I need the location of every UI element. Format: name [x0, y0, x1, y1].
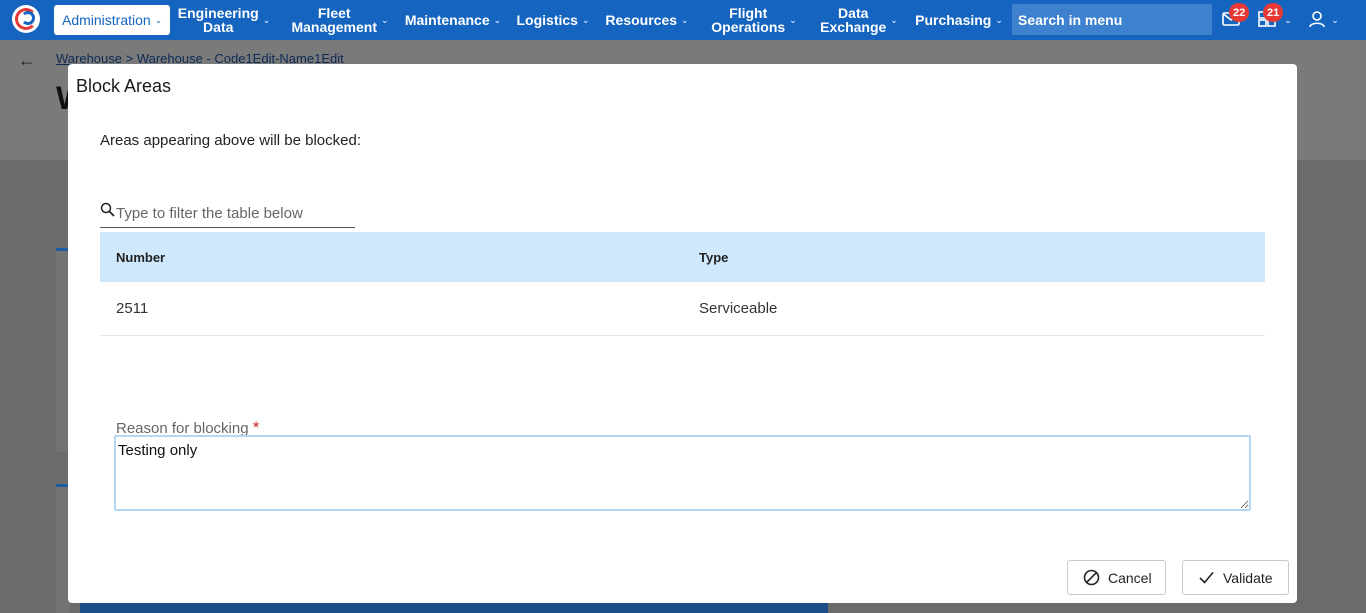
top-navbar: Administration ⌄ Engineering Data ⌄ Fleet Ma… — [0, 0, 1366, 40]
chevron-down-icon: ⌄ — [262, 15, 271, 25]
chevron-down-icon: ⌄ — [789, 15, 797, 25]
menu-search-input[interactable]: Search in menu — [1012, 4, 1212, 35]
chevron-down-icon[interactable]: ⌄ — [1281, 0, 1292, 40]
nav-purchasing[interactable]: Purchasing ⌄ — [915, 0, 1003, 40]
back-arrow-icon[interactable]: ← — [18, 50, 36, 71]
nav-label: Exchange — [820, 19, 887, 35]
nav-label: Logistics — [516, 12, 578, 28]
table-row[interactable]: 2511 Serviceable — [100, 282, 1265, 336]
cancel-button-label: Cancel — [1108, 569, 1152, 586]
nav-flight-operations[interactable]: Flight Operations ⌄ — [708, 0, 800, 40]
nav-administration-label: Administration — [62, 12, 151, 28]
cell-number: 2511 — [116, 300, 149, 317]
validate-button[interactable]: Validate — [1182, 560, 1289, 595]
nav-fleet-management[interactable]: Fleet Management ⌄ — [290, 0, 390, 40]
checkmark-icon — [1199, 571, 1214, 584]
chevron-down-icon: ⌄ — [581, 15, 590, 25]
cancel-icon — [1083, 569, 1100, 586]
areas-table: Number Type 2511 Serviceable — [100, 232, 1265, 336]
block-areas-dialog: Block Areas Areas appearing above will b… — [68, 64, 1297, 603]
nav-data-exchange[interactable]: Data Exchange ⌄ — [818, 0, 900, 40]
nav-label: Engineering — [177, 5, 259, 21]
filter-input[interactable] — [116, 200, 354, 226]
chevron-down-icon: ⌄ — [681, 15, 689, 25]
chevron-down-icon: ⌄ — [890, 15, 898, 25]
chevron-down-icon: ⌄ — [493, 15, 502, 25]
nav-label: Management — [291, 19, 378, 35]
nav-label: Data — [838, 5, 869, 21]
dialog-description: Areas appearing above will be blocked: — [100, 132, 361, 149]
column-header-type[interactable]: Type — [699, 250, 728, 265]
nav-administration[interactable]: Administration ⌄ — [54, 5, 170, 35]
nav-label: Data — [203, 19, 234, 35]
chevron-down-icon: ⌄ — [381, 15, 389, 25]
chevron-down-icon: ⌄ — [154, 14, 163, 25]
app-logo[interactable] — [12, 5, 40, 33]
cell-type: Serviceable — [699, 300, 778, 317]
chevron-down-icon[interactable]: ⌄ — [1327, 0, 1339, 40]
dialog-title: Block Areas — [76, 76, 172, 96]
nav-label: Operations — [711, 19, 786, 35]
mail-badge: 22 — [1229, 3, 1250, 22]
column-header-number[interactable]: Number — [116, 250, 165, 265]
user-icon[interactable] — [1307, 9, 1329, 31]
nav-label: Purchasing — [915, 12, 992, 28]
reason-textarea[interactable]: Testing only — [114, 435, 1251, 511]
table-header-row: Number Type — [100, 232, 1265, 282]
nav-logistics[interactable]: Logistics ⌄ — [516, 0, 590, 40]
nav-engineering-data[interactable]: Engineering Data ⌄ — [178, 0, 270, 40]
search-icon — [100, 202, 115, 217]
nav-maintenance[interactable]: Maintenance ⌄ — [405, 0, 501, 40]
background-primary-bar — [80, 603, 828, 613]
nav-label: Flight — [729, 5, 768, 21]
validate-button-label: Validate — [1223, 569, 1273, 586]
table-filter — [100, 200, 355, 228]
menu-search-placeholder: Search in menu — [1018, 11, 1123, 28]
nav-label: Fleet — [317, 5, 351, 21]
nav-label: Maintenance — [404, 12, 490, 28]
cancel-button[interactable]: Cancel — [1067, 560, 1166, 595]
chevron-down-icon: ⌄ — [995, 15, 1003, 25]
nav-resources[interactable]: Resources ⌄ — [605, 0, 689, 40]
nav-label: Resources — [605, 12, 678, 28]
